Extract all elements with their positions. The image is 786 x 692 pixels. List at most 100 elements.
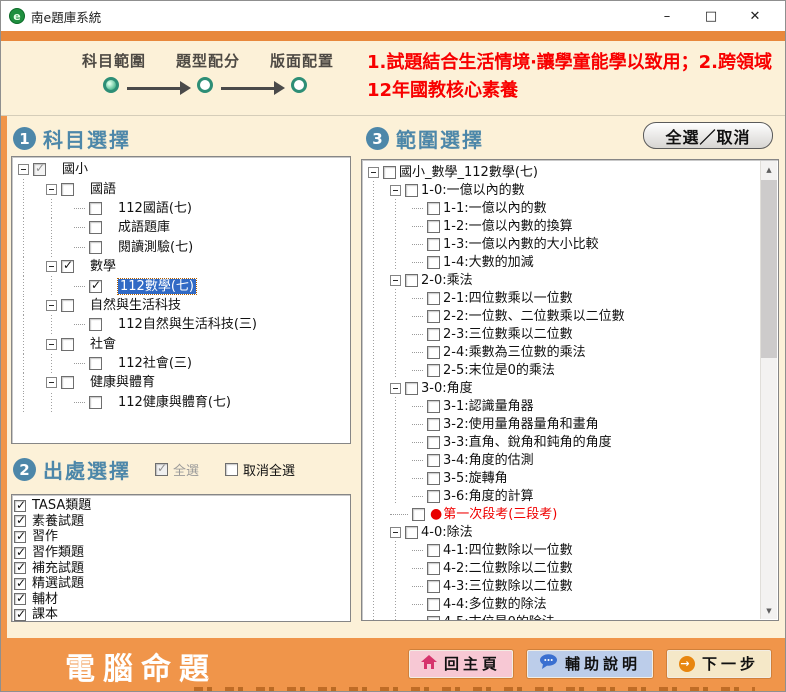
tree-checkbox[interactable]	[427, 256, 440, 269]
tree-checkbox[interactable]	[405, 382, 418, 395]
tree-node-label[interactable]: 3-4:角度的估測	[443, 453, 534, 468]
collapse-icon[interactable]	[46, 261, 57, 272]
tree-checkbox[interactable]	[61, 260, 74, 273]
tree-node-label[interactable]: 國小	[62, 162, 88, 177]
tree-node-label[interactable]: 2-1:四位數乘以一位數	[443, 291, 573, 306]
tree-node-label[interactable]: 2-4:乘數為三位數的乘法	[443, 345, 586, 360]
tree-checkbox[interactable]	[89, 202, 102, 215]
tree-node-label[interactable]: 成語題庫	[118, 220, 170, 235]
tree-checkbox[interactable]	[89, 241, 102, 254]
source-item-label[interactable]: 習作類題	[32, 545, 84, 560]
deselect-all-checkbox[interactable]	[225, 463, 238, 476]
tree-checkbox[interactable]	[427, 616, 440, 622]
collapse-icon[interactable]	[368, 167, 379, 178]
tree-checkbox[interactable]	[61, 299, 74, 312]
tree-checkbox[interactable]	[427, 562, 440, 575]
tree-checkbox[interactable]	[427, 580, 440, 593]
tree-node-label[interactable]: 國語	[90, 182, 116, 197]
source-item-label[interactable]: 精選試題	[32, 576, 84, 591]
scope-scrollbar[interactable]: ▲ ▼	[760, 161, 777, 619]
tree-node-label[interactable]: 國小_數學_112數學(七)	[399, 165, 538, 180]
source-checkbox[interactable]	[14, 609, 26, 621]
scroll-down-icon[interactable]: ▼	[761, 602, 777, 619]
tree-node-label[interactable]: 4-2:二位數除以二位數	[443, 561, 573, 576]
tree-node-label[interactable]: 4-5:末位是0的除法	[443, 615, 555, 622]
tree-node-label[interactable]: 3-2:使用量角器量角和畫角	[443, 417, 599, 432]
tree-checkbox[interactable]	[61, 183, 74, 196]
source-checkbox[interactable]	[14, 515, 26, 527]
tree-node-label[interactable]: 4-1:四位數除以一位數	[443, 543, 573, 558]
minimize-button[interactable]: –	[645, 2, 689, 30]
tree-node-label[interactable]: 3-5:旋轉角	[443, 471, 508, 486]
collapse-icon[interactable]	[390, 527, 401, 538]
tree-checkbox[interactable]	[33, 163, 46, 176]
source-checkbox[interactable]	[14, 531, 26, 543]
tree-node-label[interactable]: 2-5:末位是0的乘法	[443, 363, 555, 378]
tree-checkbox[interactable]	[427, 202, 440, 215]
collapse-icon[interactable]	[18, 164, 29, 175]
next-step-button[interactable]: →下一步	[667, 650, 771, 678]
collapse-icon[interactable]	[46, 300, 57, 311]
tree-checkbox[interactable]	[427, 436, 440, 449]
tree-node-label[interactable]: ●第一次段考(三段考)	[428, 507, 557, 522]
source-item-label[interactable]: 輔材	[32, 592, 58, 607]
tree-checkbox[interactable]	[89, 280, 102, 293]
tree-checkbox[interactable]	[427, 400, 440, 413]
tree-node-label[interactable]: 4-0:除法	[421, 525, 473, 540]
tree-checkbox[interactable]	[405, 526, 418, 539]
tree-checkbox[interactable]	[412, 508, 425, 521]
collapse-icon[interactable]	[390, 275, 401, 286]
tree-node-label[interactable]: 1-3:一億以內數的大小比較	[443, 237, 599, 252]
tree-checkbox[interactable]	[427, 238, 440, 251]
tree-node-label[interactable]: 3-0:角度	[421, 381, 473, 396]
tree-node-label[interactable]: 112社會(三)	[118, 356, 192, 371]
tree-checkbox[interactable]	[427, 454, 440, 467]
tree-checkbox[interactable]	[427, 328, 440, 341]
tree-node-label[interactable]: 閱讀測驗(七)	[118, 240, 193, 255]
tree-checkbox[interactable]	[427, 490, 440, 503]
tree-node-label[interactable]: 3-1:認識量角器	[443, 399, 534, 414]
select-all-toggle-button[interactable]: 全選／取消	[643, 122, 773, 149]
collapse-icon[interactable]	[46, 377, 57, 388]
source-item-label[interactable]: TASA類題	[32, 498, 91, 513]
source-checkbox[interactable]	[14, 578, 26, 590]
tree-checkbox[interactable]	[405, 274, 418, 287]
source-item-label[interactable]: 素養試題	[32, 514, 84, 529]
tree-node-label[interactable]: 4-3:三位數除以二位數	[443, 579, 573, 594]
tree-checkbox[interactable]	[89, 357, 102, 370]
collapse-icon[interactable]	[46, 339, 57, 350]
tree-checkbox[interactable]	[89, 318, 102, 331]
tree-node-label[interactable]: 2-3:三位數乘以二位數	[443, 327, 573, 342]
tree-node-label[interactable]: 2-2:一位數、二位數乘以二位數	[443, 309, 625, 324]
source-checkbox[interactable]	[14, 500, 26, 512]
tree-node-label[interactable]: 1-4:大數的加減	[443, 255, 534, 270]
tree-node-label[interactable]: 1-2:一億以內數的換算	[443, 219, 573, 234]
maximize-button[interactable]: □	[689, 2, 733, 30]
tree-checkbox[interactable]	[61, 376, 74, 389]
source-checkbox[interactable]	[14, 547, 26, 559]
source-item-label[interactable]: 課本	[32, 607, 58, 622]
tree-checkbox[interactable]	[61, 338, 74, 351]
scrollbar-thumb[interactable]	[761, 180, 777, 358]
tree-checkbox[interactable]	[405, 184, 418, 197]
collapse-icon[interactable]	[46, 184, 57, 195]
tree-node-label[interactable]: 112數學(七)	[118, 279, 196, 294]
source-checkbox[interactable]	[14, 593, 26, 605]
source-item-label[interactable]: 補充試題	[32, 561, 84, 576]
tree-node-label[interactable]: 數學	[90, 259, 116, 274]
tree-node-label[interactable]: 2-0:乘法	[421, 273, 473, 288]
source-checkbox[interactable]	[14, 562, 26, 574]
tree-node-label[interactable]: 健康與體育	[90, 375, 155, 390]
tree-checkbox[interactable]	[427, 598, 440, 611]
collapse-icon[interactable]	[390, 383, 401, 394]
tree-node-label[interactable]: 3-6:角度的計算	[443, 489, 534, 504]
close-button[interactable]: ✕	[733, 2, 777, 30]
select-all-checkbox[interactable]	[155, 463, 168, 476]
tree-checkbox[interactable]	[427, 310, 440, 323]
tree-node-label[interactable]: 自然與生活科技	[90, 298, 181, 313]
home-button[interactable]: 回主頁	[409, 650, 513, 678]
source-item-label[interactable]: 習作	[32, 529, 58, 544]
tree-node-label[interactable]: 112國語(七)	[118, 201, 192, 216]
tree-checkbox[interactable]	[427, 220, 440, 233]
tree-checkbox[interactable]	[427, 418, 440, 431]
